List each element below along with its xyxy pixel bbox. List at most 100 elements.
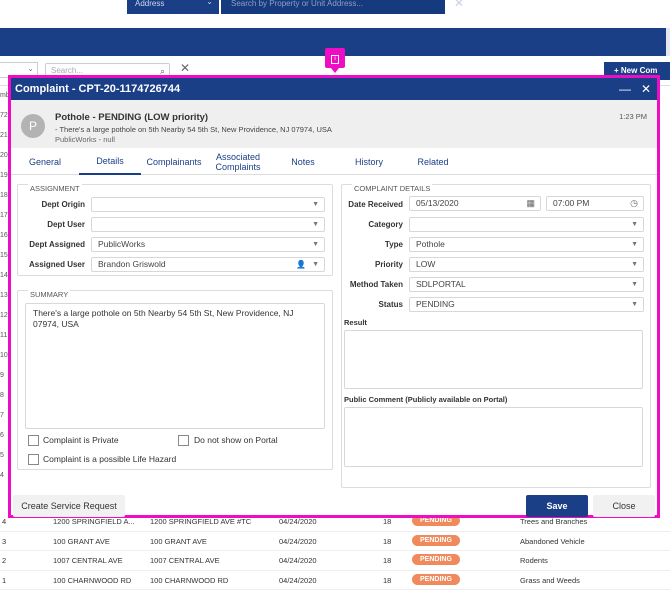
- dialog-title: Complaint - CPT-20-1174726744: [15, 83, 181, 95]
- result-textarea[interactable]: [344, 330, 643, 389]
- cell-type: Rodents: [520, 556, 548, 565]
- cell-address: 100 CHARNWOOD RD: [53, 575, 132, 585]
- complaints-table: 4 1200 SPRINGFIELD A... 1200 SPRINGFIELD…: [0, 512, 670, 590]
- tab-associated-complaints[interactable]: Associated Complaints: [207, 148, 269, 175]
- chevron-down-icon: ▼: [631, 301, 638, 308]
- clear-list-search-icon[interactable]: ✕: [180, 61, 190, 75]
- cell-type: Abandoned Vehicle: [520, 536, 585, 546]
- category-label: Category: [368, 220, 403, 229]
- assigned-user-value: Brandon Griswold: [98, 259, 166, 269]
- address-search-placeholder: Search by Property or Unit Address...: [231, 0, 364, 8]
- date-received-input[interactable]: 05/13/2020 ▦: [409, 196, 541, 211]
- save-button[interactable]: Save: [526, 495, 588, 517]
- chevron-down-icon: ▼: [312, 261, 319, 268]
- search-filter-value: Address: [135, 0, 165, 8]
- search-filter-select[interactable]: Address ⌄: [127, 0, 219, 14]
- table-row[interactable]: 2 1007 CENTRAL AVE 1007 CENTRAL AVE 04/2…: [0, 551, 670, 571]
- life-hazard-checkbox-label: Complaint is a possible Life Hazard: [43, 454, 177, 464]
- complaint-dialog: Complaint - CPT-20-1174726744 — ✕ P Poth…: [8, 75, 660, 518]
- status-badge: PENDING: [412, 534, 460, 546]
- cell-date: 04/24/2020: [279, 575, 317, 585]
- tab-details[interactable]: Details: [79, 148, 141, 175]
- cell-count: 18: [383, 575, 392, 585]
- complaint-department: PublicWorks - null: [55, 135, 115, 144]
- cell-type: Grass and Weeds: [520, 575, 580, 585]
- dept-assigned-select[interactable]: PublicWorks ▼: [91, 237, 325, 252]
- address-search-input[interactable]: Search by Property or Unit Address...: [221, 0, 445, 14]
- category-select[interactable]: ▼: [409, 217, 644, 232]
- status-badge: PENDING: [412, 573, 460, 585]
- priority-label: Priority: [374, 260, 403, 269]
- public-comment-textarea[interactable]: [344, 407, 643, 467]
- summary-textarea[interactable]: There's a large pothole on 5th Nearby 54…: [25, 303, 325, 429]
- hide-portal-checkbox[interactable]: [178, 435, 189, 446]
- dept-origin-label: Dept Origin: [41, 200, 85, 209]
- summary-legend: SUMMARY: [28, 290, 71, 299]
- life-hazard-checkbox[interactable]: [28, 454, 39, 465]
- type-value: Pothole: [416, 239, 445, 249]
- tab-bar: General Details Complainants Associated …: [11, 148, 657, 175]
- time-received-input[interactable]: 07:00 PM ◷: [546, 196, 644, 211]
- dept-assigned-value: PublicWorks: [98, 239, 146, 249]
- close-icon[interactable]: ✕: [641, 78, 651, 100]
- chevron-down-icon: ▼: [312, 201, 319, 208]
- complaint-summary-header: P Pothole - PENDING (LOW priority) - The…: [11, 100, 657, 148]
- cell-num: 1: [2, 575, 7, 585]
- method-taken-label: Method Taken: [349, 280, 403, 289]
- private-checkbox[interactable]: [28, 435, 39, 446]
- cell-num: 4: [2, 517, 7, 526]
- dept-assigned-label: Dept Assigned: [29, 240, 85, 249]
- table-row[interactable]: 1 100 CHARNWOOD RD 100 CHARNWOOD RD 04/2…: [0, 571, 670, 590]
- assigned-user-label: Assigned User: [28, 260, 85, 269]
- annotation-marker-icon: i: [325, 48, 345, 73]
- type-label: Type: [384, 240, 403, 249]
- private-checkbox-label: Complaint is Private: [43, 435, 119, 445]
- cell-num: 3: [2, 536, 7, 546]
- tab-history[interactable]: History: [337, 148, 401, 175]
- details-legend: COMPLAINT DETAILS: [352, 184, 433, 193]
- chevron-down-icon: ▼: [631, 221, 638, 228]
- cell-full-address: 1007 CENTRAL AVE: [150, 556, 220, 565]
- hide-portal-checkbox-label: Do not show on Portal: [194, 435, 278, 445]
- person-icon: 👤: [296, 260, 306, 269]
- minimize-icon[interactable]: —: [619, 78, 631, 100]
- cell-full-address: 100 GRANT AVE: [150, 536, 207, 546]
- date-received-label: Date Received: [348, 200, 403, 209]
- priority-select[interactable]: LOW ▼: [409, 257, 644, 272]
- cell-count: 18: [383, 536, 392, 546]
- dept-user-select[interactable]: ▼: [91, 217, 325, 232]
- cell-count: 18: [383, 556, 392, 565]
- status-select[interactable]: PENDING ▼: [409, 297, 644, 312]
- status-label: Status: [378, 300, 403, 309]
- complaint-heading: Pothole - PENDING (LOW priority): [55, 112, 209, 123]
- clock-icon[interactable]: ◷: [630, 197, 638, 210]
- type-select[interactable]: Pothole ▼: [409, 237, 644, 252]
- tab-general[interactable]: General: [11, 148, 79, 175]
- cell-date: 04/24/2020: [279, 556, 317, 565]
- cell-type: Trees and Branches: [520, 517, 588, 526]
- clear-search-icon[interactable]: ✕: [454, 0, 464, 10]
- table-row[interactable]: 3 100 GRANT AVE 100 GRANT AVE 04/24/2020…: [0, 532, 670, 551]
- tab-complainants[interactable]: Complainants: [141, 148, 207, 175]
- dept-user-label: Dept User: [47, 220, 85, 229]
- cell-date: 04/24/2020: [279, 536, 317, 546]
- chevron-down-icon: ▼: [631, 261, 638, 268]
- chevron-down-icon: ▼: [312, 221, 319, 228]
- tab-notes[interactable]: Notes: [269, 148, 337, 175]
- method-taken-value: SDLPORTAL: [416, 279, 466, 289]
- assigned-user-select[interactable]: Brandon Griswold 👤 ▼: [91, 257, 325, 272]
- tab-related[interactable]: Related: [401, 148, 465, 175]
- method-taken-select[interactable]: SDLPORTAL ▼: [409, 277, 644, 292]
- create-service-request-button[interactable]: Create Service Request: [13, 495, 125, 517]
- cell-address: 1007 CENTRAL AVE: [53, 556, 123, 565]
- close-button[interactable]: Close: [593, 495, 655, 517]
- cell-full-address: 100 CHARNWOOD RD: [150, 575, 229, 585]
- priority-value: LOW: [416, 259, 436, 269]
- result-label: Result: [344, 318, 367, 327]
- dept-origin-select[interactable]: ▼: [91, 197, 325, 212]
- calendar-icon[interactable]: ▦: [526, 197, 535, 210]
- list-search-placeholder: Search...: [51, 66, 84, 75]
- avatar: P: [21, 114, 45, 138]
- chevron-down-icon: ⌄: [27, 64, 34, 73]
- chevron-down-icon: ▼: [631, 241, 638, 248]
